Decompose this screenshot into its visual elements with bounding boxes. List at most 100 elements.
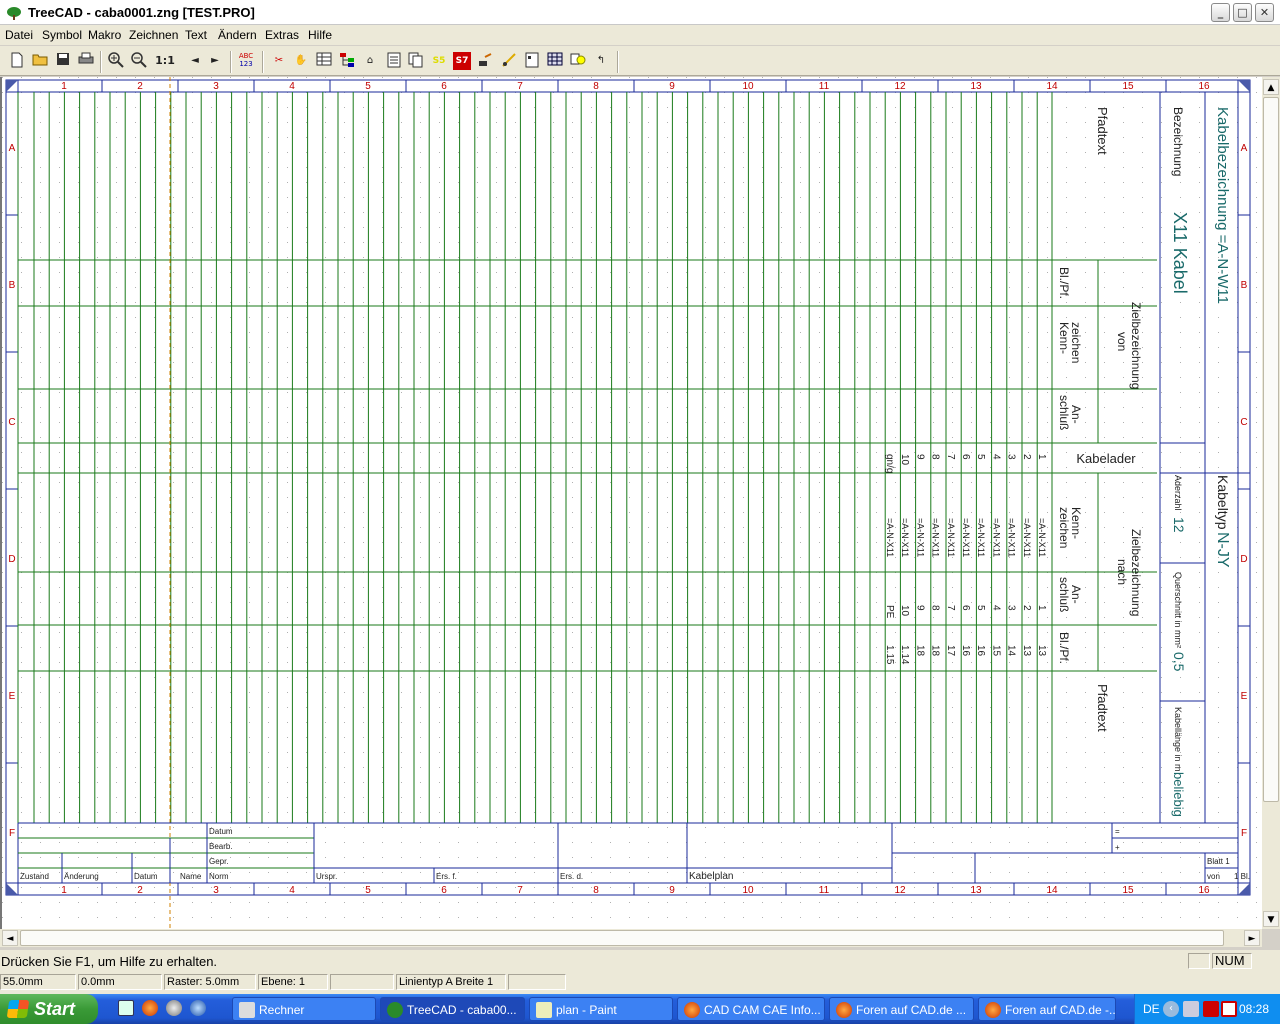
scroll-right-icon[interactable]: ► (1244, 930, 1260, 946)
task-paint[interactable]: plan - Paint (529, 997, 673, 1021)
scroll-down-icon[interactable]: ▼ (1263, 911, 1279, 927)
core-number: 3 (1006, 454, 1017, 460)
column-number-bottom: 9 (669, 885, 675, 896)
menu-symbol[interactable]: Symbol (42, 28, 82, 42)
undo-icon[interactable]: ↰ (592, 52, 610, 70)
menu-bar: Datei Symbol Makro Zeichnen Text Ändern … (0, 25, 1280, 45)
back-arrow-icon[interactable]: ‹ (1163, 1001, 1179, 1017)
zoom-in-icon[interactable] (107, 52, 125, 70)
task-rechner[interactable]: Rechner (232, 997, 376, 1021)
column-number-top: 6 (441, 81, 447, 92)
core-target: =A-N-X11 (885, 518, 895, 557)
core-terminal: 3 (1006, 605, 1017, 611)
menu-datei[interactable]: Datei (5, 28, 33, 42)
wire-icon[interactable] (500, 52, 518, 70)
zoom-out-icon[interactable] (130, 52, 148, 70)
task-treecad[interactable]: TreeCAD - caba00... (380, 997, 525, 1021)
menu-zeichnen[interactable]: Zeichnen (129, 28, 178, 42)
kabellaenge-label: Kabellänge in m (1173, 707, 1183, 772)
core-terminal: 8 (930, 605, 941, 611)
menu-text[interactable]: Text (185, 28, 207, 42)
acrobat-icon[interactable] (1221, 1001, 1237, 1017)
zoom-1to1-button[interactable]: 1:1 (154, 52, 176, 70)
tb-urspr: Urspr. (316, 872, 337, 881)
tb-ers-d: Ers. d. (560, 872, 583, 881)
column-number-bottom: 12 (894, 885, 906, 896)
new-file-icon[interactable] (8, 52, 26, 70)
cut-icon[interactable]: ✂ (270, 52, 288, 70)
column-number-bottom: 4 (289, 885, 295, 896)
firefox-icon[interactable] (142, 1000, 158, 1016)
core-page: 1.15 (884, 645, 895, 665)
copy-pages-icon[interactable] (407, 52, 425, 70)
status-blank-field-2 (508, 974, 566, 990)
spellcheck-icon[interactable]: ABC 123 (237, 52, 255, 70)
menu-aendern[interactable]: Ändern (218, 28, 257, 42)
scroll-up-icon[interactable]: ▲ (1263, 79, 1279, 95)
drawing-canvas[interactable]: 1 1 2 2 3 3 4 4 5 5 6 6 7 7 8 8 9 9 10 10 11 11 12 12 13 13 14 14 15… (0, 77, 1262, 929)
language-indicator[interactable]: DE (1143, 1002, 1160, 1016)
kabelader-label: Kabelader (1076, 451, 1136, 466)
home-icon[interactable]: ⌂ (361, 52, 379, 70)
task-foren-cad-1[interactable]: Foren auf CAD.de ... (829, 997, 974, 1021)
firefox-icon (836, 1002, 852, 1018)
background-dot-grid (2, 77, 1262, 929)
mail-icon[interactable] (166, 1000, 182, 1016)
plug-icon[interactable] (476, 52, 494, 70)
core-page: 1.14 (899, 645, 910, 665)
previous-page-icon[interactable]: ◄ (186, 52, 204, 70)
column-number-bottom: 13 (970, 885, 982, 896)
cable-plan-sheet[interactable]: 1122334455667788991010111112121313141415… (2, 77, 1262, 929)
tb-plus: + (1115, 843, 1120, 852)
menu-hilfe[interactable]: Hilfe (308, 28, 332, 42)
tree-icon[interactable] (338, 52, 356, 70)
paint-icon (536, 1002, 552, 1018)
lightbulb-icon[interactable] (569, 52, 587, 70)
form-icon[interactable] (523, 52, 541, 70)
task-cad-cam-cae[interactable]: CAD CAM CAE Info... (677, 997, 825, 1021)
open-folder-icon[interactable] (31, 52, 49, 70)
column-number-bottom: 8 (593, 885, 599, 896)
print-icon[interactable] (77, 52, 95, 70)
tb-datum2: Datum (134, 872, 158, 881)
next-page-icon[interactable]: ► (206, 52, 224, 70)
vertical-scrollbar[interactable]: ▲ ▼ (1262, 77, 1280, 929)
column-number-bottom: 1 (61, 885, 67, 896)
task-foren-cad-2[interactable]: Foren auf CAD.de -... (978, 997, 1116, 1021)
save-icon[interactable] (54, 52, 72, 70)
tb-zustand: Zustand (20, 872, 49, 881)
pfadtext-bottom-label: Pfadtext (1095, 684, 1110, 732)
horizontal-scroll-thumb[interactable] (20, 930, 1224, 946)
core-target: =A-N-X11 (991, 518, 1001, 557)
core-target: =A-N-X11 (976, 518, 986, 557)
row-letter-left: D (8, 554, 15, 565)
x-coordinate: 55.0mm (0, 974, 76, 990)
antivirus-icon[interactable] (1203, 1001, 1219, 1017)
s7-icon[interactable]: S7 (453, 52, 471, 70)
media-player-icon[interactable] (190, 1000, 206, 1016)
column-number-bottom: 6 (441, 885, 447, 896)
minimize-button[interactable]: _ (1211, 3, 1230, 22)
column-number-top: 4 (289, 81, 295, 92)
menu-makro[interactable]: Makro (88, 28, 121, 42)
network-icon[interactable] (1183, 1001, 1199, 1017)
hand-icon[interactable]: ✋ (292, 52, 310, 70)
horizontal-scrollbar[interactable]: ◄ ► (0, 929, 1262, 947)
desktop-icon[interactable] (118, 1000, 134, 1016)
vertical-scroll-thumb[interactable] (1263, 97, 1279, 802)
start-button[interactable]: Start (0, 994, 98, 1024)
core-number: gn/g (884, 454, 895, 473)
document-icon[interactable] (385, 52, 403, 70)
zielbezeichnung-nach-label-2: nach (1115, 559, 1129, 585)
clock[interactable]: 08:28 (1239, 1002, 1269, 1016)
table-icon[interactable] (315, 52, 333, 70)
grid-table-icon[interactable] (546, 52, 564, 70)
row-letter-right: F (1241, 828, 1247, 839)
maximize-button[interactable]: □ (1233, 3, 1252, 22)
column-number-top: 11 (819, 81, 830, 92)
close-button[interactable]: ✕ (1255, 3, 1274, 22)
tb-aenderung: Änderung (64, 872, 99, 881)
scroll-left-icon[interactable]: ◄ (2, 930, 18, 946)
menu-extras[interactable]: Extras (265, 28, 299, 42)
s5-icon[interactable]: S5 (430, 52, 448, 70)
